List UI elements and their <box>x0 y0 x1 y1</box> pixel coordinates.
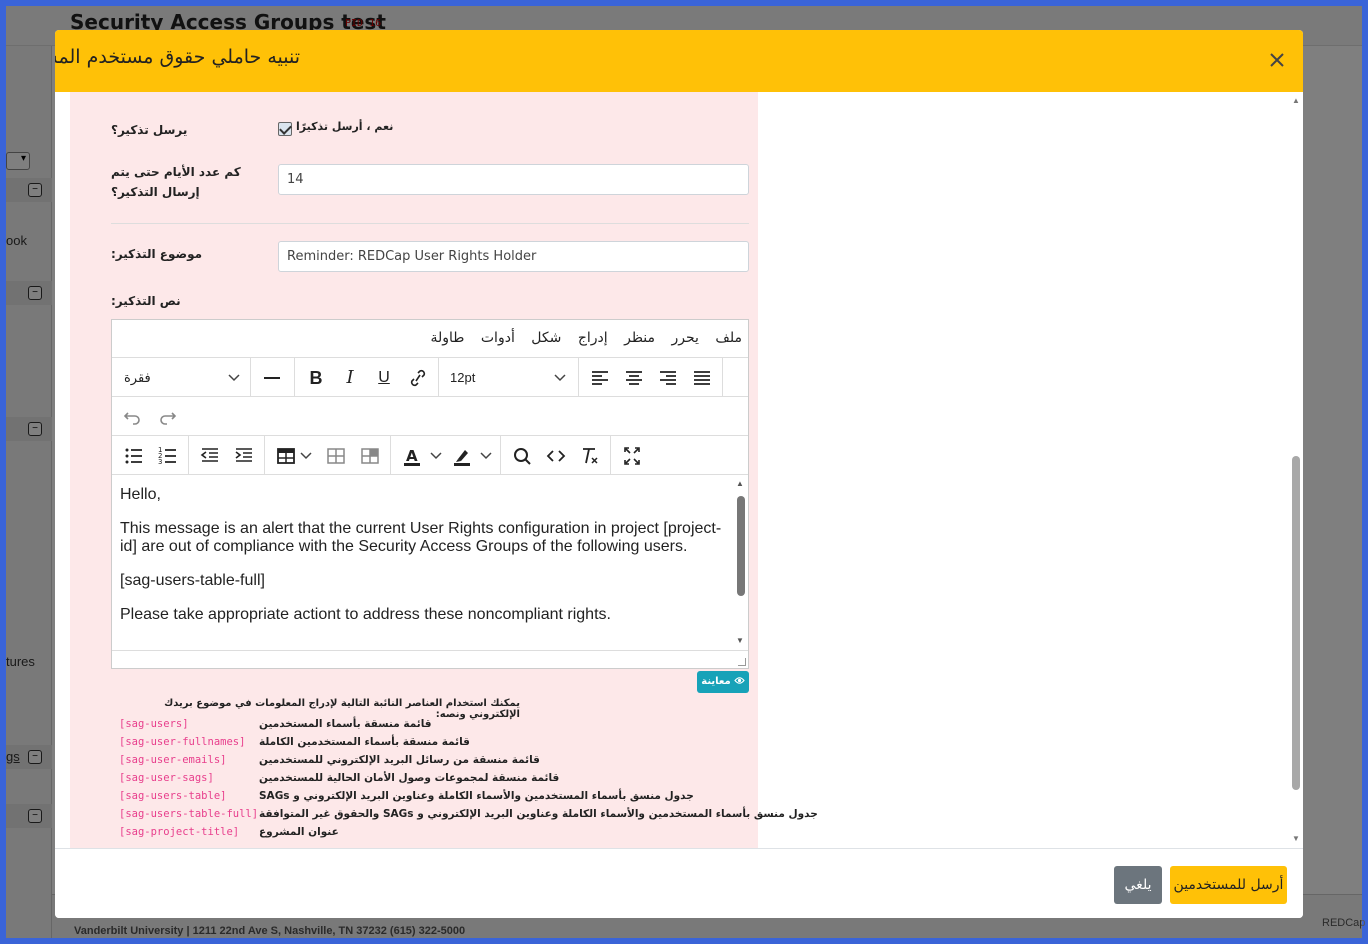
redo-icon[interactable] <box>154 403 182 431</box>
placeholder-desc: قائمة منسقة بأسماء المستخدمين <box>259 718 432 730</box>
chevron-down-icon <box>430 442 442 470</box>
subject-input[interactable]: Reminder: REDCap User Rights Holder <box>278 241 749 272</box>
scroll-down-icon[interactable]: ▼ <box>1291 834 1301 843</box>
toolbar-row-1: فقرة B I U 12pt <box>112 358 748 397</box>
scroll-down-icon[interactable]: ▼ <box>735 636 745 645</box>
placeholder-key: [sag-user-fullnames] <box>119 736 246 748</box>
preview-label: معاينة <box>701 676 731 687</box>
font-size-dropdown[interactable]: 12pt <box>450 364 530 392</box>
alert-modal: تنبيه حاملي حقوق مستخدم المشروع يرسل تذك… <box>55 30 1303 918</box>
placeholders-intro: يمكنك استخدام العناصر النائبة التالية لإ… <box>164 698 520 720</box>
indent-icon[interactable] <box>230 442 258 470</box>
underline-icon[interactable]: U <box>370 364 398 392</box>
chevron-down-icon <box>300 442 312 470</box>
editor-statusbar <box>112 650 748 668</box>
preview-button[interactable]: معاينة <box>697 671 749 693</box>
placeholder-key: [sag-users-table] <box>119 790 227 802</box>
source-code-icon[interactable] <box>542 442 570 470</box>
days-input[interactable]: 14 <box>278 164 749 195</box>
modal-scroll-thumb[interactable] <box>1292 456 1300 790</box>
horizontal-line-icon[interactable] <box>258 364 286 392</box>
editor-content[interactable]: Hello, This message is an alert that the… <box>112 476 734 650</box>
placeholder-desc: قائمة منسقة بأسماء المستخدمين الكاملة <box>259 736 470 748</box>
undo-icon[interactable] <box>118 403 146 431</box>
placeholder-desc: قائمة منسقة من رسائل البريد الإلكتروني ل… <box>259 754 540 766</box>
eye-icon <box>734 677 745 684</box>
editor-paragraph: Please take appropriate actiont to addre… <box>120 606 611 623</box>
bullet-list-icon[interactable] <box>120 442 148 470</box>
clear-formatting-icon[interactable] <box>576 442 604 470</box>
placeholder-key: [sag-user-sags] <box>119 772 214 784</box>
editor-menubar: ملف يحرر منظر إدراج شكل أدوات طاولة <box>112 320 748 358</box>
editor-paragraph: [sag-users-table-full] <box>120 572 265 589</box>
numbered-list-icon[interactable]: 123 <box>154 442 182 470</box>
search-icon[interactable] <box>508 442 536 470</box>
table-icon[interactable] <box>272 442 300 470</box>
chevron-down-icon <box>554 364 566 392</box>
highlight-color-icon[interactable] <box>448 442 476 470</box>
placeholder-key: [sag-user-emails] <box>119 754 227 766</box>
placeholder-desc: جدول منسق بأسماء المستخدمين والأسماء الك… <box>259 790 694 802</box>
scroll-up-icon[interactable]: ▲ <box>1291 96 1301 105</box>
table-cell-icon[interactable] <box>322 442 350 470</box>
rich-text-editor: ملف يحرر منظر إدراج شكل أدوات طاولة فقرة <box>111 319 749 669</box>
fullscreen-icon[interactable] <box>618 442 646 470</box>
resize-handle-icon[interactable] <box>738 658 746 666</box>
modal-footer: يلغي أرسل للمستخدمين <box>55 848 1303 918</box>
placeholder-key: [sag-project-title] <box>119 826 240 838</box>
outdent-icon[interactable] <box>196 442 224 470</box>
menu-file[interactable]: ملف <box>709 320 748 346</box>
divider <box>111 223 749 224</box>
placeholder-key: [sag-users] <box>119 718 189 730</box>
placeholder-desc: قائمة منسقة لمجموعات وصول الأمان الحالية… <box>259 772 560 784</box>
placeholder-desc: عنوان المشروع <box>259 826 339 838</box>
block-format-dropdown[interactable]: فقرة <box>124 364 224 392</box>
menu-view[interactable]: منظر <box>618 320 661 346</box>
placeholder-key: [sag-users-table-full] <box>119 808 259 820</box>
chevron-down-icon <box>228 364 240 392</box>
body-label: نص التذكير: <box>111 294 181 308</box>
cancel-button[interactable]: يلغي <box>1114 866 1162 904</box>
reminder-checkbox-label: نعم ، أرسل تذكيرًا <box>296 120 394 133</box>
svg-text:3: 3 <box>158 458 162 466</box>
menu-table[interactable]: طاولة <box>424 320 470 346</box>
editor-paragraph: Hello, <box>120 486 161 503</box>
toolbar-row-2 <box>112 397 748 436</box>
days-label: كم عدد الأيام حتى يتم إرسال التذكير؟ <box>111 165 241 199</box>
menu-format[interactable]: شكل <box>525 320 567 346</box>
modal-header: تنبيه حاملي حقوق مستخدم المشروع <box>55 30 1303 92</box>
reminder-checkbox[interactable] <box>278 122 292 136</box>
placeholder-desc: جدول منسق بأسماء المستخدمين والأسماء الك… <box>259 808 818 820</box>
align-justify-icon[interactable] <box>688 364 716 392</box>
menu-tools[interactable]: أدوات <box>475 320 521 346</box>
modal-body: يرسل تذكير؟ نعم ، أرسل تذكيرًا كم عدد ال… <box>55 92 1303 848</box>
toolbar-row-3: 123 A <box>112 436 748 475</box>
table-row-icon[interactable] <box>356 442 384 470</box>
menu-edit[interactable]: يحرر <box>665 320 704 346</box>
scroll-up-icon[interactable]: ▲ <box>735 479 745 488</box>
align-right-icon[interactable] <box>654 364 682 392</box>
menu-insert[interactable]: إدراج <box>572 320 614 346</box>
close-icon[interactable] <box>1267 50 1287 70</box>
form-panel: يرسل تذكير؟ نعم ، أرسل تذكيرًا كم عدد ال… <box>70 92 818 848</box>
italic-icon[interactable]: I <box>336 364 364 392</box>
chevron-down-icon <box>480 442 492 470</box>
text-color-icon[interactable]: A <box>398 442 426 470</box>
link-icon[interactable] <box>404 364 432 392</box>
align-left-icon[interactable] <box>586 364 614 392</box>
send-to-users-button[interactable]: أرسل للمستخدمين <box>1170 866 1287 904</box>
subject-label: موضوع التذكير: <box>111 247 203 261</box>
svg-text:A: A <box>406 447 418 465</box>
reminder-label: يرسل تذكير؟ <box>111 123 188 137</box>
bold-icon[interactable]: B <box>302 364 330 392</box>
align-center-icon[interactable] <box>620 364 648 392</box>
modal-title: تنبيه حاملي حقوق مستخدم المشروع <box>55 46 300 68</box>
editor-scroll-thumb[interactable] <box>737 496 745 596</box>
editor-paragraph: This message is an alert that the curren… <box>120 520 722 555</box>
